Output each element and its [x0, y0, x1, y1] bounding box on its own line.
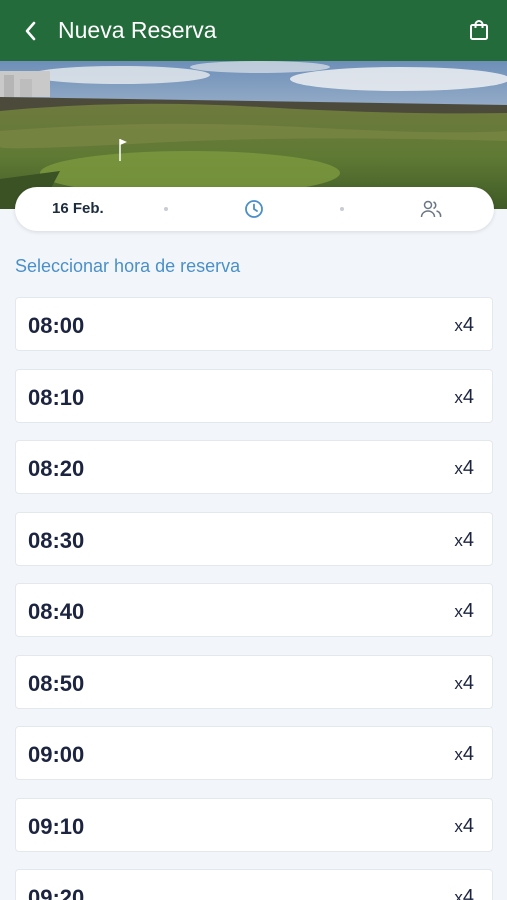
slot-capacity-prefix: x — [454, 530, 463, 550]
step-separator-dot — [340, 207, 344, 211]
booking-steps-bar: 16 Feb. — [15, 187, 494, 231]
time-slot[interactable]: 08:30 x4 — [15, 511, 493, 566]
slot-capacity-value: 4 — [462, 457, 474, 479]
slot-capacity-value: 4 — [462, 528, 474, 551]
time-slot[interactable]: 09:20 x4 — [15, 869, 493, 900]
slot-capacity-prefix: x — [454, 816, 463, 836]
slot-capacity-value: 4 — [462, 385, 474, 408]
slot-capacity-value: 4 — [462, 600, 474, 622]
cart-button[interactable] — [465, 16, 493, 44]
back-button[interactable] — [0, 0, 60, 61]
step-separator-dot — [164, 207, 168, 211]
slot-capacity-prefix: x — [454, 459, 463, 478]
clock-icon[interactable] — [244, 199, 264, 219]
users-icon[interactable] — [420, 199, 442, 219]
slot-capacity-value: 4 — [462, 886, 474, 900]
time-slot[interactable]: 08:10 x4 — [15, 368, 493, 423]
shopping-bag-icon — [470, 20, 488, 40]
time-slot[interactable]: 08:40 x4 — [15, 583, 493, 637]
slot-capacity: x4 — [454, 672, 474, 695]
slot-capacity-prefix: x — [454, 745, 463, 764]
slot-capacity-prefix: x — [454, 602, 463, 621]
slot-time: 08:50 — [28, 670, 85, 696]
slot-capacity: x4 — [454, 314, 474, 337]
slot-time: 09:10 — [28, 813, 85, 839]
slot-time: 08:20 — [28, 456, 85, 481]
step-date[interactable]: 16 Feb. — [52, 200, 104, 217]
slot-capacity: x4 — [454, 457, 474, 480]
slot-capacity-prefix: x — [454, 316, 463, 335]
slot-time: 08:30 — [28, 527, 85, 553]
slot-capacity-prefix: x — [454, 673, 463, 693]
slot-capacity: x4 — [454, 386, 474, 409]
app-header: Nueva Reserva — [0, 0, 507, 61]
slot-time: 08:10 — [28, 384, 85, 410]
slot-capacity-value: 4 — [462, 671, 474, 694]
slot-capacity: x4 — [454, 886, 474, 900]
slot-time: 09:00 — [28, 742, 85, 767]
time-slot[interactable]: 09:10 x4 — [15, 797, 493, 852]
slot-capacity: x4 — [454, 743, 474, 766]
section-title: Seleccionar hora de reserva — [15, 256, 241, 276]
slot-capacity-prefix: x — [454, 387, 463, 407]
slot-capacity-value: 4 — [462, 743, 474, 765]
time-slot[interactable]: 08:00 x4 — [15, 297, 493, 351]
page-title: Nueva Reserva — [58, 17, 217, 43]
slot-capacity-prefix: x — [454, 888, 463, 900]
time-slot[interactable]: 08:20 x4 — [15, 440, 493, 494]
slot-capacity: x4 — [454, 600, 474, 623]
chevron-left-icon — [25, 21, 36, 40]
slot-capacity: x4 — [454, 815, 474, 838]
time-slot[interactable]: 08:50 x4 — [15, 654, 493, 709]
slot-time: 08:00 — [28, 313, 85, 338]
slot-capacity: x4 — [454, 529, 474, 552]
slot-time: 09:20 — [28, 885, 85, 900]
time-slot-list: 08:00 x4 08:10 x4 08:20 x4 08:30 x4 08:4… — [15, 297, 493, 900]
time-slot[interactable]: 09:00 x4 — [15, 726, 493, 780]
slot-capacity-value: 4 — [462, 814, 474, 837]
slot-capacity-value: 4 — [462, 314, 474, 336]
slot-time: 08:40 — [28, 599, 85, 624]
